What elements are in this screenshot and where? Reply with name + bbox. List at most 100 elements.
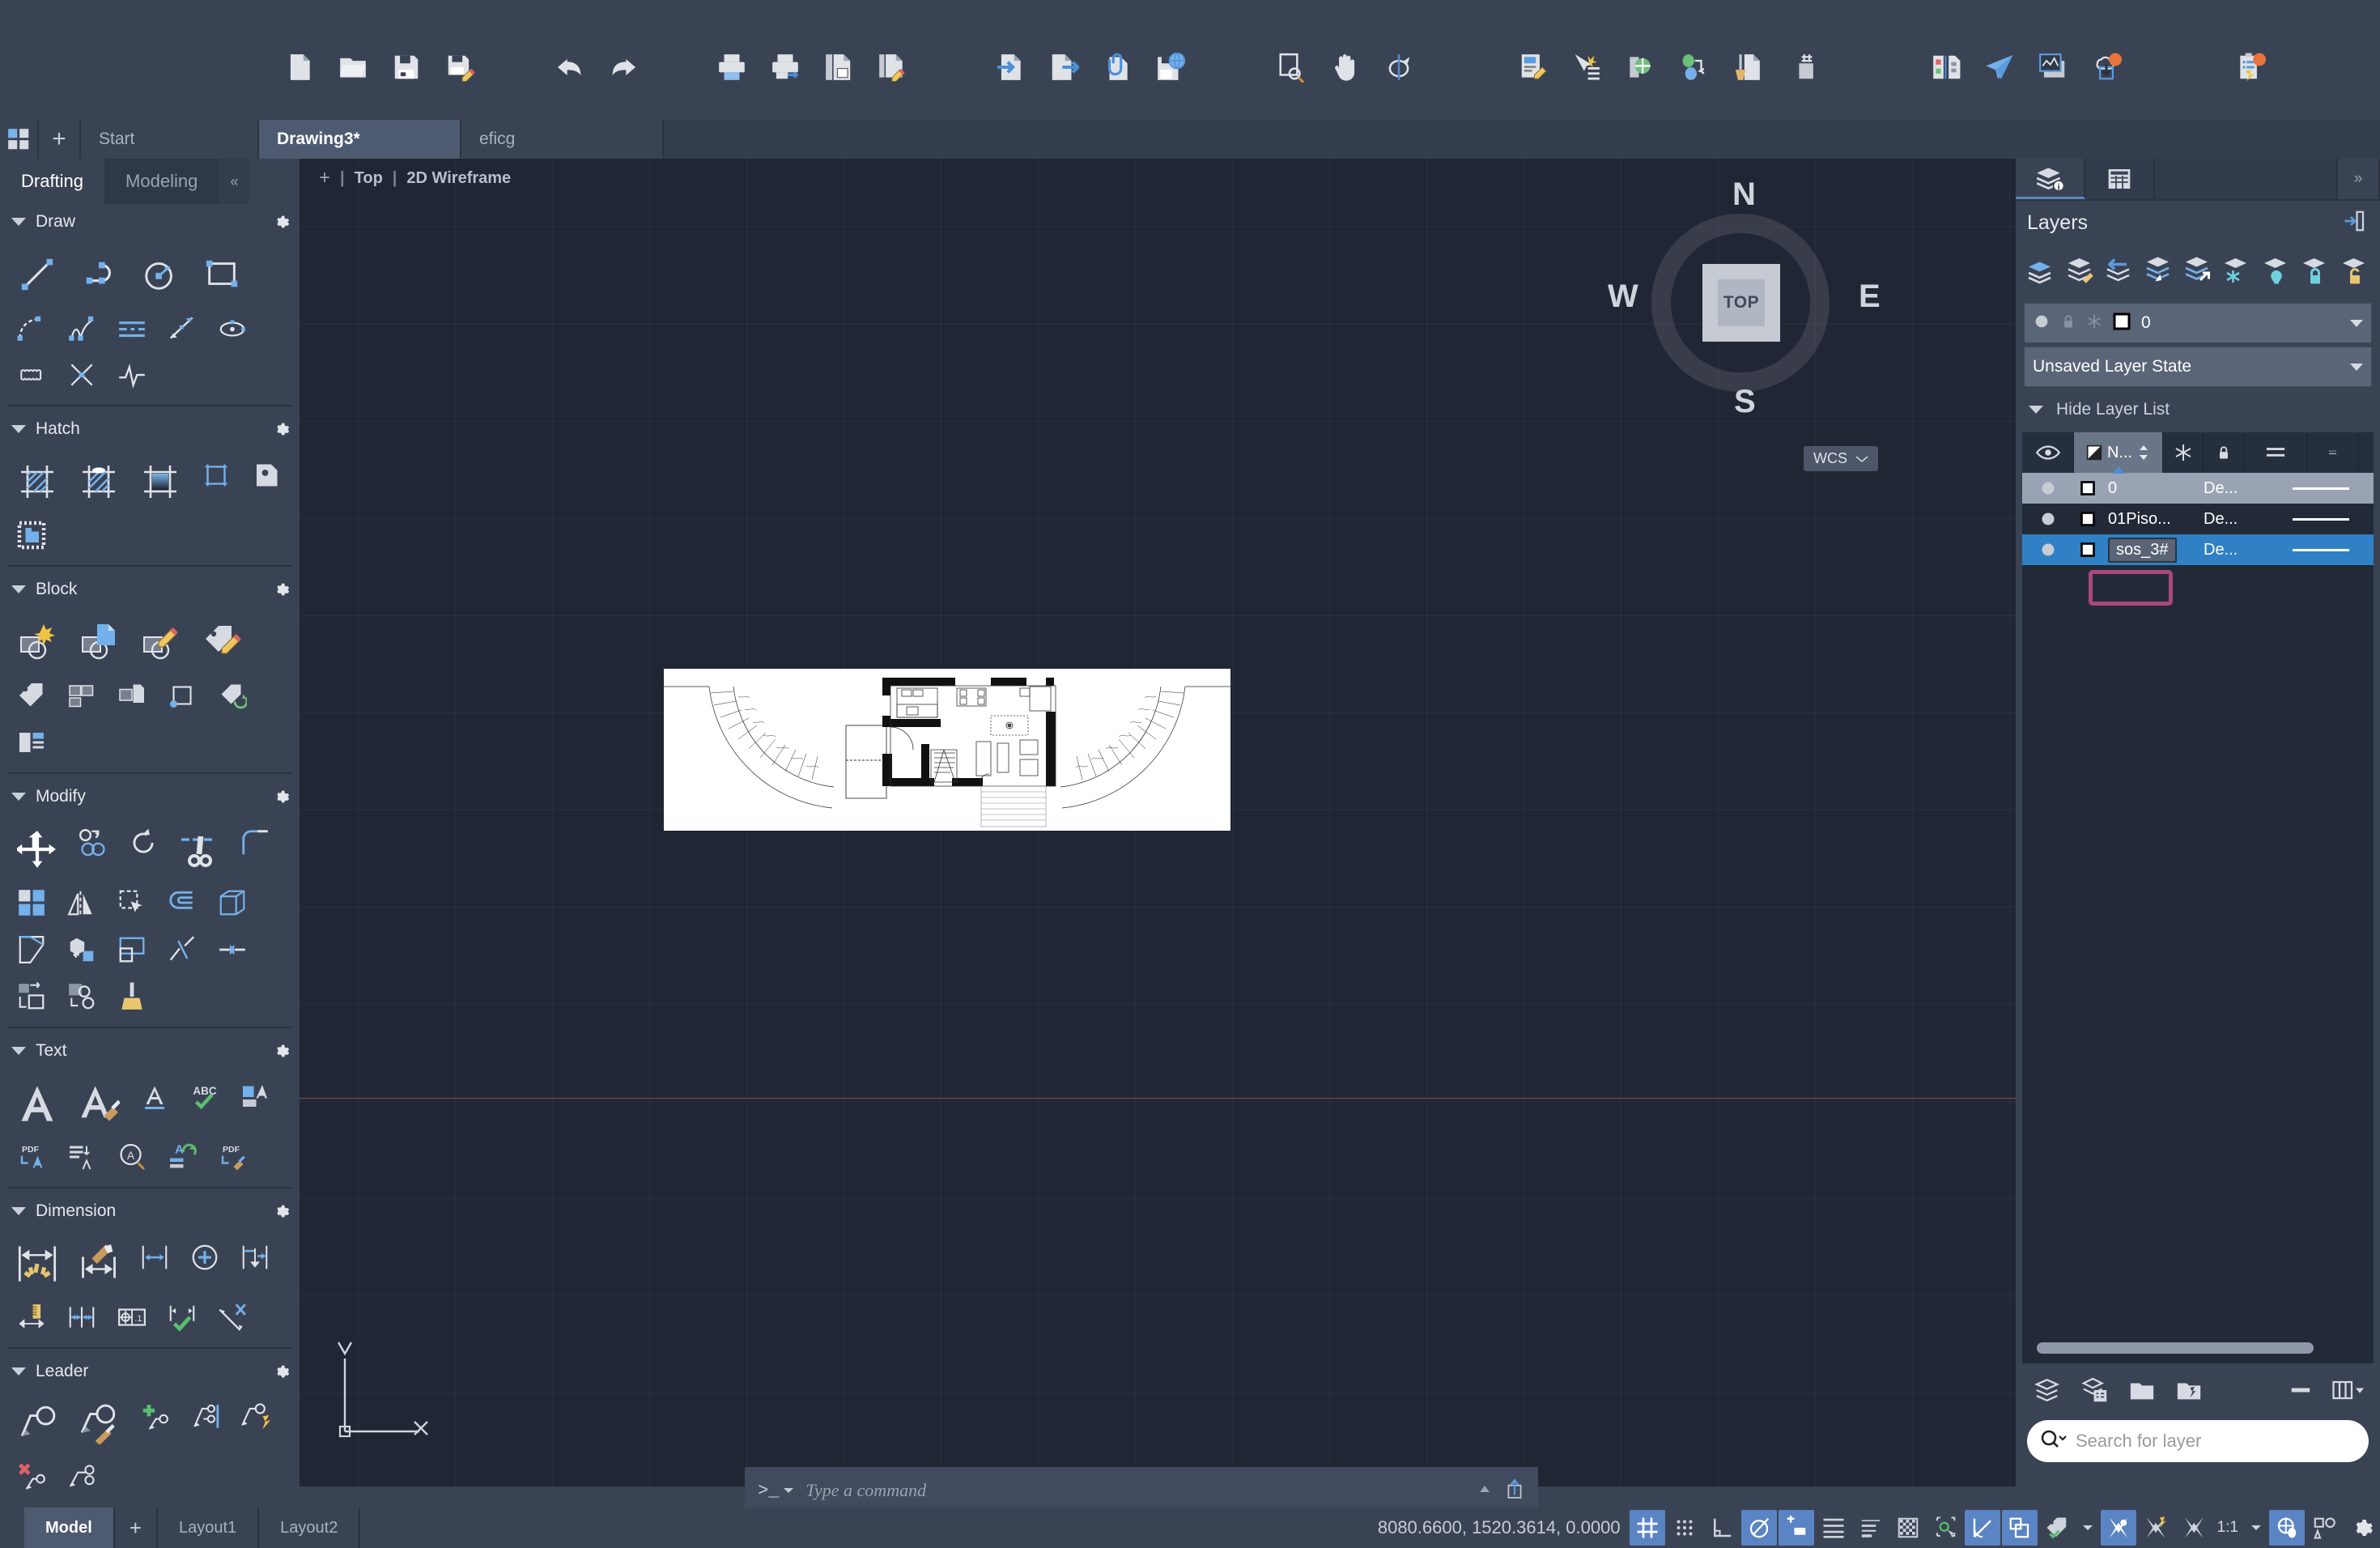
arc-icon[interactable] [68,245,130,304]
properties-icon[interactable] [1509,44,1558,91]
layer-color-swatch[interactable] [2074,511,2102,527]
layout-tab-model[interactable]: Model [24,1508,115,1548]
layer-list-horizontal-scrollbar[interactable] [2029,1331,2367,1363]
lineweight-icon[interactable] [1853,1510,1889,1546]
ray-icon[interactable] [157,304,207,351]
hatch-icon[interactable] [6,452,68,512]
line-icon[interactable] [6,245,68,304]
ortho-mode-icon[interactable] [1704,1510,1740,1546]
transparency-icon[interactable] [1890,1510,1926,1546]
annotation-visibility-icon[interactable] [2001,1510,2038,1546]
save-icon[interactable] [382,44,431,91]
spell-check-icon[interactable]: ABC [180,1074,230,1121]
coordinate-display[interactable]: 8080.6600, 1520.3614, 0.0000 [1378,1517,1629,1538]
continue-dimension-icon[interactable] [57,1294,107,1341]
layer-lock-icon[interactable] [2297,251,2334,290]
compass-east-label[interactable]: E [1859,279,1881,315]
hide-layer-list-toggle[interactable]: Hide Layer List [2016,390,2380,429]
gear-icon[interactable] [272,420,290,443]
ribbon-collapse-button[interactable]: « [219,159,250,204]
tool-group-draw-header[interactable]: Draw [0,204,300,240]
search-icon[interactable] [2040,1429,2068,1454]
insert-block-icon[interactable] [68,612,130,672]
file-tab-eficg[interactable]: eficg [461,120,664,159]
write-block-icon[interactable] [107,672,157,719]
construction-line-icon[interactable] [107,304,157,351]
explode-icon[interactable] [57,973,107,1020]
autoscale-icon[interactable] [2138,1510,2174,1546]
match-properties-icon[interactable] [1616,44,1664,91]
column-header-lineweight[interactable] [2244,432,2307,473]
layer-filter-icon[interactable] [2168,1372,2210,1409]
tool-group-leader-header[interactable]: Leader [0,1354,300,1389]
edit-attribute-icon[interactable] [191,612,253,672]
dynamic-ucs-icon[interactable] [1964,1510,2000,1546]
new-file-icon[interactable] [275,44,324,91]
compare-drawings-icon[interactable] [1922,44,1970,91]
align-icon[interactable] [6,973,57,1020]
layer-edit-icon[interactable] [2061,251,2098,290]
pdf-convert-icon[interactable]: PDF [207,1133,257,1180]
extrude-icon[interactable] [207,879,257,926]
plot-style-edit-icon[interactable] [868,44,916,91]
layer-state-combo[interactable]: Unsaved Layer State [2024,347,2372,387]
dock-panel-icon[interactable] [2343,209,2367,239]
table-row[interactable]: sos_3# De... [2022,534,2374,565]
file-tab-start[interactable]: Start [81,120,259,159]
ribbon-tab-drafting[interactable]: Drafting [0,159,105,204]
layer-group-icon[interactable] [2121,1372,2163,1409]
rotate-icon[interactable] [118,819,168,866]
cloud-download-icon[interactable] [2082,44,2131,91]
layer-visibility-toggle[interactable] [2022,511,2074,527]
block-library-icon[interactable] [57,672,107,719]
layer-freeze-icon[interactable] [2218,251,2255,290]
palette-tab-properties[interactable] [2085,159,2155,199]
page-setup-icon[interactable] [814,44,863,91]
helix-icon[interactable] [107,351,157,398]
column-header-freeze[interactable] [2163,432,2204,473]
command-float-icon[interactable] [1504,1477,1525,1505]
export-file-icon[interactable] [1039,44,1088,91]
column-header-visible[interactable] [2022,432,2074,473]
find-text-icon[interactable]: A [107,1133,157,1180]
array-icon[interactable] [6,879,57,926]
annotation-scale-value[interactable]: 1:1 [2212,1510,2243,1546]
pan-hand-icon[interactable] [1321,44,1370,91]
tool-group-block-header[interactable]: Block [0,572,300,607]
layer-visibility-toggle[interactable] [2022,542,2074,558]
dim-update-icon[interactable] [157,1294,207,1341]
move-icon[interactable] [6,819,68,879]
add-leader-icon[interactable] [130,1394,180,1441]
set-base-point-icon[interactable] [157,672,207,719]
table-row[interactable]: 0 De... [2022,473,2374,504]
multiline-text-icon[interactable] [6,1074,68,1133]
search-input[interactable] [2076,1431,2356,1452]
grid-display-icon[interactable] [1629,1510,1665,1546]
layer-properties-icon[interactable] [2022,251,2059,290]
workspace-switch-icon[interactable] [2100,1510,2136,1546]
point-icon[interactable] [57,351,107,398]
hardware-accel-icon[interactable] [2306,1510,2342,1546]
erase-broom-icon[interactable] [107,973,157,1020]
baseline-dimension-icon[interactable] [230,1234,280,1281]
lightbulb-icon[interactable] [2033,313,2051,334]
attribute-manager-icon[interactable] [6,719,57,766]
annotation-monitor-icon[interactable] [2175,1510,2211,1546]
gear-icon[interactable] [272,213,290,236]
trim-icon[interactable] [168,819,230,879]
grid-app-icon[interactable] [0,120,39,159]
multileader-style-icon[interactable] [68,1394,130,1454]
hatch-edit-tool-icon[interactable] [6,512,57,559]
layer-match-icon[interactable] [2140,251,2177,290]
copy-icon[interactable] [68,819,118,866]
chamfer-icon[interactable] [6,926,57,973]
tolerance-icon[interactable]: .1 [107,1294,157,1341]
pdf-text-import-icon[interactable]: PDF [6,1133,57,1180]
new-drawing-tab-button[interactable]: + [39,120,81,159]
annotation-dropdown-icon[interactable] [2076,1510,2099,1546]
rectangle-icon[interactable] [191,245,253,304]
boundary-icon[interactable] [191,452,241,499]
undo-arrow-icon[interactable] [546,44,594,91]
compass-north-label[interactable]: N [1732,176,1756,213]
view-cube[interactable]: N S W E TOP [1608,176,1881,450]
